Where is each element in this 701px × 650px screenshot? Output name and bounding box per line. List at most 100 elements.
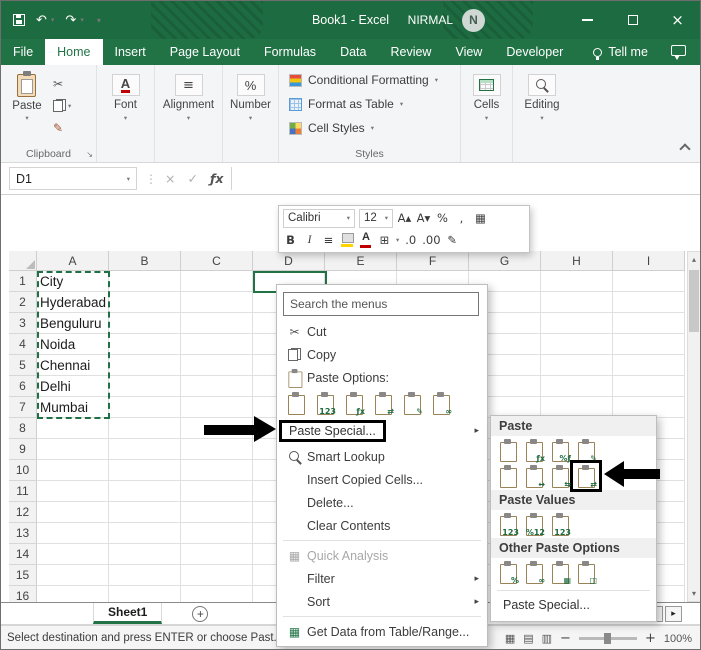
- cell-A7[interactable]: Mumbai: [37, 397, 109, 418]
- alignment-group-button[interactable]: ≡ Alignment ▾: [155, 65, 222, 162]
- cell-C4[interactable]: [181, 334, 253, 355]
- no-borders-icon[interactable]: [497, 465, 519, 487]
- row-header-3[interactable]: 3: [9, 313, 37, 334]
- cell-A1[interactable]: City: [37, 271, 109, 292]
- cell-A9[interactable]: [37, 439, 109, 460]
- menu-item-sort[interactable]: Sort ▸: [277, 590, 487, 613]
- comment-icon[interactable]: [671, 45, 686, 56]
- redo-button[interactable]: ↷: [65, 13, 76, 28]
- values-source-formatting-icon[interactable]: 123: [549, 513, 571, 535]
- cell-C5[interactable]: [181, 355, 253, 376]
- cell-B10[interactable]: [109, 460, 181, 481]
- merge-center-button[interactable]: ▦: [473, 209, 488, 227]
- tab-developer[interactable]: Developer: [494, 39, 575, 65]
- menu-item-filter[interactable]: Filter ▸: [277, 567, 487, 590]
- cell-I1[interactable]: [613, 271, 685, 292]
- italic-button[interactable]: I: [302, 231, 317, 249]
- cell-C6[interactable]: [181, 376, 253, 397]
- cell-H6[interactable]: [541, 376, 613, 397]
- menu-item-delete[interactable]: Delete...: [277, 491, 487, 514]
- minimize-button[interactable]: [565, 1, 610, 39]
- paste-icon[interactable]: [285, 392, 307, 414]
- tab-data[interactable]: Data: [328, 39, 378, 65]
- menu-search-input[interactable]: [283, 292, 479, 316]
- zoom-slider-thumb[interactable]: [604, 633, 611, 644]
- align-center-button[interactable]: ≡: [321, 231, 336, 249]
- format-painter-button[interactable]: ✎: [445, 231, 460, 249]
- paste-link-icon[interactable]: ∞: [523, 561, 545, 583]
- cell-B9[interactable]: [109, 439, 181, 460]
- name-box[interactable]: D1 ▾: [9, 167, 137, 190]
- row-header-8[interactable]: 8: [9, 418, 37, 439]
- insert-function-icon[interactable]: ƒx: [210, 171, 224, 186]
- row-header-15[interactable]: 15: [9, 565, 37, 586]
- cell-I6[interactable]: [613, 376, 685, 397]
- cell-I5[interactable]: [613, 355, 685, 376]
- cell-C7[interactable]: [181, 397, 253, 418]
- cell-B8[interactable]: [109, 418, 181, 439]
- cell-H3[interactable]: [541, 313, 613, 334]
- vertical-scrollbar[interactable]: ▴ ▾: [687, 251, 700, 602]
- cell-A12[interactable]: [37, 502, 109, 523]
- cell-A8[interactable]: [37, 418, 109, 439]
- paste-icon[interactable]: [497, 439, 519, 461]
- editing-group-button[interactable]: Editing ▾: [513, 65, 571, 162]
- cancel-icon[interactable]: ×: [165, 171, 175, 186]
- cell-B5[interactable]: [109, 355, 181, 376]
- font-color-button[interactable]: A: [359, 231, 373, 248]
- save-icon[interactable]: [13, 14, 25, 26]
- cut-button[interactable]: ✂: [53, 76, 71, 91]
- close-button[interactable]: ×: [655, 1, 700, 39]
- cell-C15[interactable]: [181, 565, 253, 586]
- cell-B14[interactable]: [109, 544, 181, 565]
- cell-B16[interactable]: [109, 586, 181, 602]
- cell-A15[interactable]: [37, 565, 109, 586]
- column-header-A[interactable]: A: [37, 251, 109, 271]
- column-header-H[interactable]: H: [541, 251, 613, 271]
- percent-style-button[interactable]: %: [435, 209, 450, 227]
- cell-B2[interactable]: [109, 292, 181, 313]
- transpose-icon[interactable]: ⇄: [575, 465, 597, 487]
- shrink-font-button[interactable]: A▾: [416, 209, 431, 227]
- row-header-1[interactable]: 1: [9, 271, 37, 292]
- cell-A13[interactable]: [37, 523, 109, 544]
- number-group-button[interactable]: % Number ▾: [223, 65, 278, 162]
- maximize-button[interactable]: [610, 1, 655, 39]
- row-header-12[interactable]: 12: [9, 502, 37, 523]
- cell-B13[interactable]: [109, 523, 181, 544]
- column-header-B[interactable]: B: [109, 251, 181, 271]
- zoom-slider[interactable]: [579, 637, 637, 640]
- row-header-10[interactable]: 10: [9, 460, 37, 481]
- tab-home[interactable]: Home: [45, 39, 102, 65]
- scroll-up-icon[interactable]: ▴: [688, 252, 700, 267]
- cell-H1[interactable]: [541, 271, 613, 292]
- values-icon[interactable]: 123: [497, 513, 519, 535]
- formulas-number-formatting-icon[interactable]: %ƒ: [549, 439, 571, 461]
- cell-A5[interactable]: Chennai: [37, 355, 109, 376]
- column-header-F[interactable]: F: [397, 251, 469, 271]
- paste-values-icon[interactable]: 123: [314, 392, 336, 414]
- scrollbar-thumb[interactable]: [689, 270, 699, 332]
- customize-qat-icon[interactable]: ▾: [97, 16, 101, 25]
- transpose-icon[interactable]: ⇄: [372, 392, 394, 414]
- column-header-I[interactable]: I: [613, 251, 685, 271]
- scroll-right-icon[interactable]: ▸: [665, 606, 682, 622]
- menu-item-smart-lookup[interactable]: Smart Lookup: [277, 445, 487, 468]
- collapse-ribbon-icon[interactable]: [679, 143, 690, 154]
- redo-chevron-down-icon[interactable]: ▾: [80, 16, 84, 24]
- keep-source-formatting-icon[interactable]: ✎: [575, 439, 597, 461]
- menu-item-get-data[interactable]: ▦ Get Data from Table/Range...: [277, 620, 487, 643]
- merge-conditional-formatting-icon[interactable]: ⇆: [549, 465, 571, 487]
- cell-I4[interactable]: [613, 334, 685, 355]
- page-break-view-icon[interactable]: ▥: [542, 632, 552, 645]
- column-header-D[interactable]: D: [253, 251, 325, 271]
- bold-button[interactable]: B: [283, 231, 298, 249]
- cell-C10[interactable]: [181, 460, 253, 481]
- cell-C2[interactable]: [181, 292, 253, 313]
- formatting-icon[interactable]: %: [497, 561, 519, 583]
- tab-insert[interactable]: Insert: [103, 39, 158, 65]
- cell-B11[interactable]: [109, 481, 181, 502]
- cell-B1[interactable]: [109, 271, 181, 292]
- mini-font-select[interactable]: Calibri▾: [283, 209, 355, 228]
- cell-A4[interactable]: Noida: [37, 334, 109, 355]
